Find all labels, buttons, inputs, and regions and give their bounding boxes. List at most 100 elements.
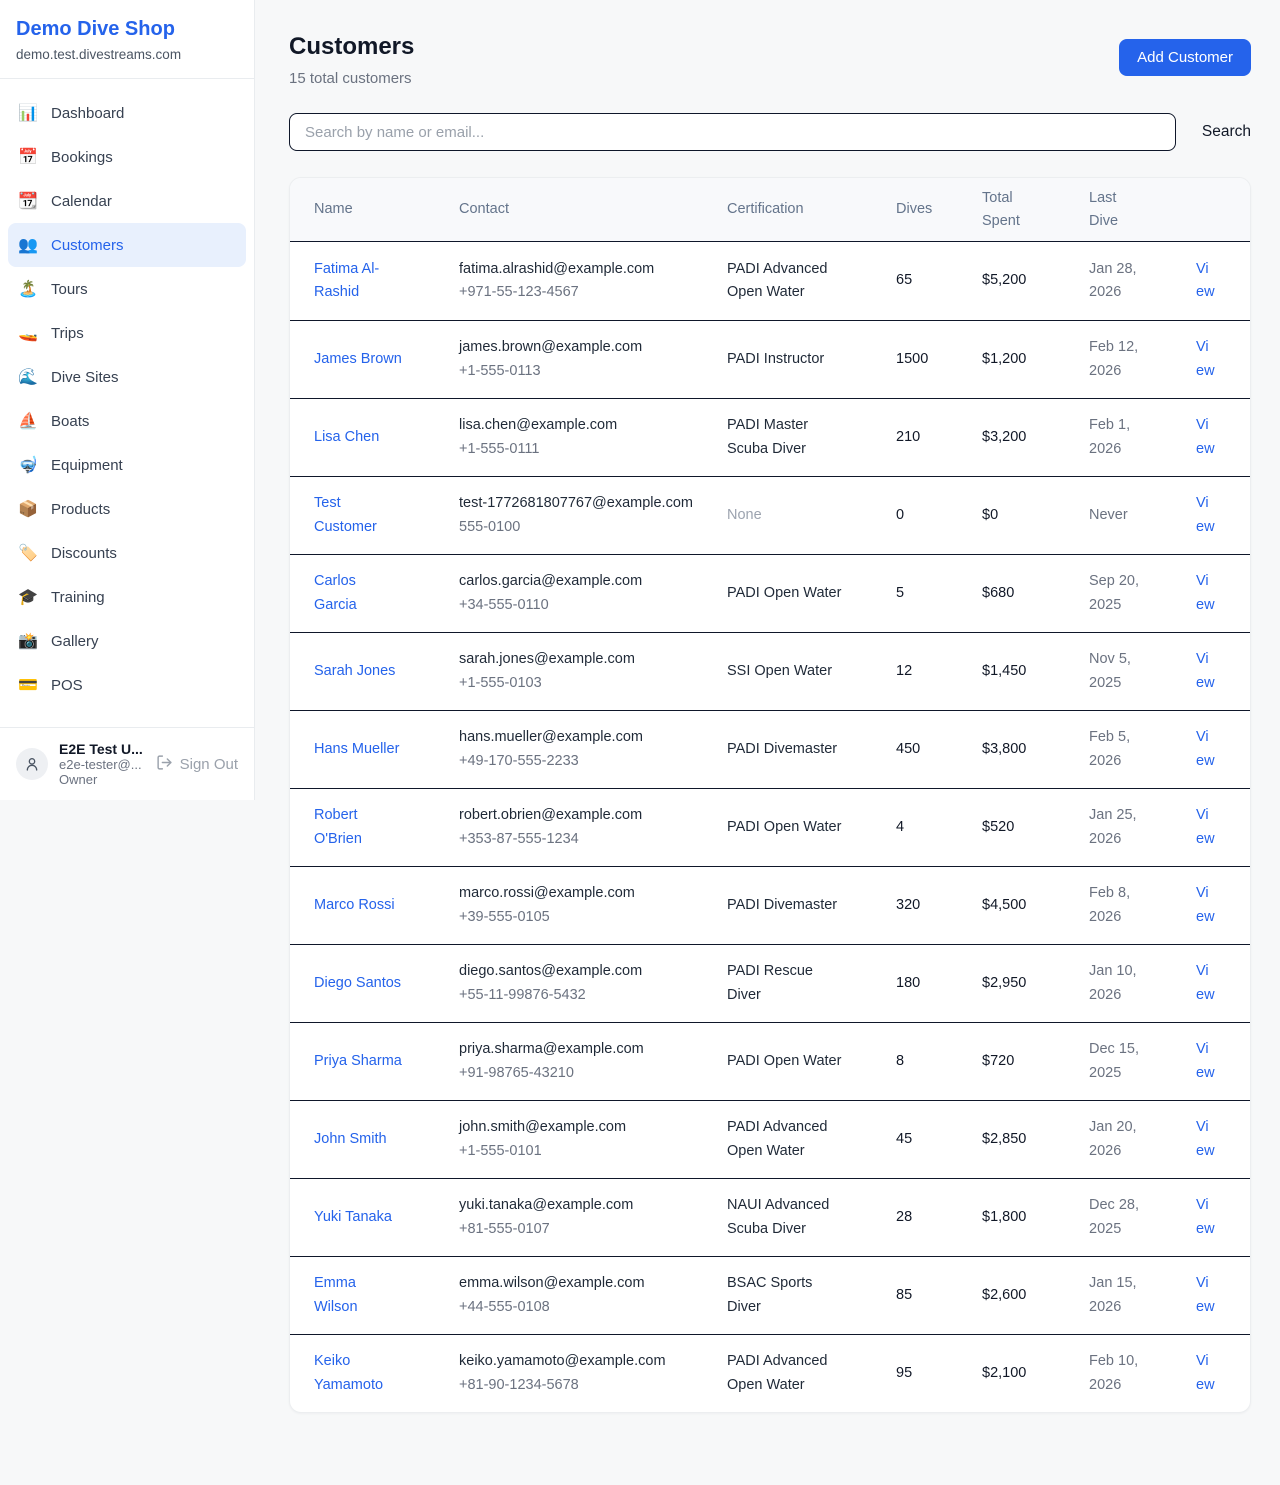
sidebar-item-training[interactable]: 🎓 Training [8, 575, 246, 619]
customer-email: john.smith@example.com [459, 1116, 717, 1139]
cell-name: Test Customer [314, 492, 459, 538]
cell-last-dive: Jan 28, 2026 [1089, 258, 1196, 304]
sidebar-item-gallery[interactable]: 📸 Gallery [8, 619, 246, 663]
cell-dives: 450 [896, 738, 982, 761]
cell-name: John Smith [314, 1128, 459, 1151]
view-link[interactable]: View [1196, 729, 1215, 768]
table-row: Robert O'Brien robert.obrien@example.com… [290, 788, 1250, 866]
view-link[interactable]: View [1196, 807, 1215, 846]
sidebar-item-products[interactable]: 📦 Products [8, 487, 246, 531]
customer-name-link[interactable]: Hans Mueller [314, 738, 399, 761]
sidebar-item-equipment[interactable]: 🤿 Equipment [8, 443, 246, 487]
search-input[interactable] [289, 113, 1176, 151]
view-link[interactable]: View [1196, 1197, 1215, 1236]
view-link[interactable]: View [1196, 1119, 1215, 1158]
cell-actions: View [1196, 960, 1226, 1006]
sidebar-item-tours[interactable]: 🏝️ Tours [8, 267, 246, 311]
cell-certification: BSAC Sports Diver [727, 1272, 896, 1318]
customer-name-link[interactable]: Sarah Jones [314, 660, 395, 683]
cell-dives: 180 [896, 972, 982, 995]
sidebar-item-label: Discounts [51, 545, 117, 562]
customer-email: lisa.chen@example.com [459, 414, 717, 437]
cell-contact: keiko.yamamoto@example.com +81-90-1234-5… [459, 1350, 727, 1396]
column-header-contact: Contact [459, 198, 727, 220]
cell-contact: hans.mueller@example.com +49-170-555-223… [459, 726, 727, 772]
cell-certification: PADI Advanced Open Water [727, 1116, 896, 1162]
column-header-dives: Dives [896, 198, 982, 220]
view-link[interactable]: View [1196, 339, 1215, 378]
customer-name-link[interactable]: Robert O'Brien [314, 804, 402, 850]
customers-table: Name Contact Certification Dives Total S… [289, 177, 1251, 1413]
sidebar-item-label: Dashboard [51, 105, 124, 122]
customer-name-link[interactable]: Marco Rossi [314, 894, 395, 917]
view-link[interactable]: View [1196, 885, 1215, 924]
cell-certification: PADI Instructor [727, 348, 896, 371]
table-row: Keiko Yamamoto keiko.yamamoto@example.co… [290, 1334, 1250, 1412]
cell-actions: View [1196, 570, 1226, 616]
customer-name-link[interactable]: Keiko Yamamoto [314, 1350, 402, 1396]
column-header-total-spent: Total Spent [982, 187, 1089, 232]
customer-email: yuki.tanaka@example.com [459, 1194, 717, 1217]
page-header: Customers 15 total customers Add Custome… [289, 33, 1251, 87]
sidebar-item-dive-sites[interactable]: 🌊 Dive Sites [8, 355, 246, 399]
user-name: E2E Test U... [59, 741, 145, 757]
sidebar-item-discounts[interactable]: 🏷️ Discounts [8, 531, 246, 575]
column-header-certification: Certification [727, 198, 896, 220]
cell-last-dive: Feb 10, 2026 [1089, 1350, 1196, 1396]
cell-actions: View [1196, 804, 1226, 850]
table-row: Hans Mueller hans.mueller@example.com +4… [290, 710, 1250, 788]
sidebar-item-trips[interactable]: 🚤 Trips [8, 311, 246, 355]
cell-name: Diego Santos [314, 972, 459, 995]
customer-name-link[interactable]: Diego Santos [314, 972, 401, 995]
cell-certification: PADI Divemaster [727, 894, 896, 917]
cell-total-spent: $3,200 [982, 426, 1089, 449]
cell-name: Robert O'Brien [314, 804, 459, 850]
add-customer-button[interactable]: Add Customer [1119, 39, 1251, 76]
customer-email: keiko.yamamoto@example.com [459, 1350, 717, 1373]
cell-contact: robert.obrien@example.com +353-87-555-12… [459, 804, 727, 850]
cell-actions: View [1196, 1350, 1226, 1396]
search-button[interactable]: Search [1176, 115, 1251, 149]
customer-name-link[interactable]: Fatima Al-Rashid [314, 258, 402, 304]
view-link[interactable]: View [1196, 1353, 1215, 1392]
brand-title[interactable]: Demo Dive Shop [16, 18, 238, 41]
customer-name-link[interactable]: Priya Sharma [314, 1050, 402, 1073]
view-link[interactable]: View [1196, 1041, 1215, 1080]
table-row: Yuki Tanaka yuki.tanaka@example.com +81-… [290, 1178, 1250, 1256]
sidebar-item-pos[interactable]: 💳 POS [8, 663, 246, 707]
cell-last-dive: Feb 1, 2026 [1089, 414, 1196, 460]
table-row: Lisa Chen lisa.chen@example.com +1-555-0… [290, 398, 1250, 476]
table-row: Fatima Al-Rashid fatima.alrashid@example… [290, 242, 1250, 320]
cell-name: Yuki Tanaka [314, 1206, 459, 1229]
view-link[interactable]: View [1196, 495, 1215, 534]
sidebar-item-boats[interactable]: ⛵ Boats [8, 399, 246, 443]
sidebar-item-bookings[interactable]: 📅 Bookings [8, 135, 246, 179]
sign-out-button[interactable]: Sign Out [156, 754, 238, 775]
sidebar-item-customers[interactable]: 👥 Customers [8, 223, 246, 267]
view-link[interactable]: View [1196, 417, 1215, 456]
dive-sites-icon: 🌊 [18, 367, 38, 387]
customer-name-link[interactable]: Test Customer [314, 492, 402, 538]
customer-phone: +971-55-123-4567 [459, 281, 717, 304]
cell-actions: View [1196, 492, 1226, 538]
cell-last-dive: Dec 28, 2025 [1089, 1194, 1196, 1240]
view-link[interactable]: View [1196, 963, 1215, 1002]
cell-last-dive: Sep 20, 2025 [1089, 570, 1196, 616]
customer-name-link[interactable]: James Brown [314, 348, 402, 371]
customer-name-link[interactable]: Lisa Chen [314, 426, 379, 449]
cell-contact: john.smith@example.com +1-555-0101 [459, 1116, 727, 1162]
cell-actions: View [1196, 882, 1226, 928]
view-link[interactable]: View [1196, 651, 1215, 690]
customer-name-link[interactable]: Carlos Garcia [314, 570, 402, 616]
sidebar: Demo Dive Shop demo.test.divestreams.com… [0, 0, 255, 800]
view-link[interactable]: View [1196, 573, 1215, 612]
customer-name-link[interactable]: Yuki Tanaka [314, 1206, 392, 1229]
view-link[interactable]: View [1196, 1275, 1215, 1314]
cell-certification: None [727, 504, 896, 527]
sidebar-item-calendar[interactable]: 📆 Calendar [8, 179, 246, 223]
customer-name-link[interactable]: Emma Wilson [314, 1272, 402, 1318]
customer-name-link[interactable]: John Smith [314, 1128, 387, 1151]
view-link[interactable]: View [1196, 261, 1215, 300]
sidebar-item-dashboard[interactable]: 📊 Dashboard [8, 91, 246, 135]
sidebar-item-label: Bookings [51, 149, 113, 166]
